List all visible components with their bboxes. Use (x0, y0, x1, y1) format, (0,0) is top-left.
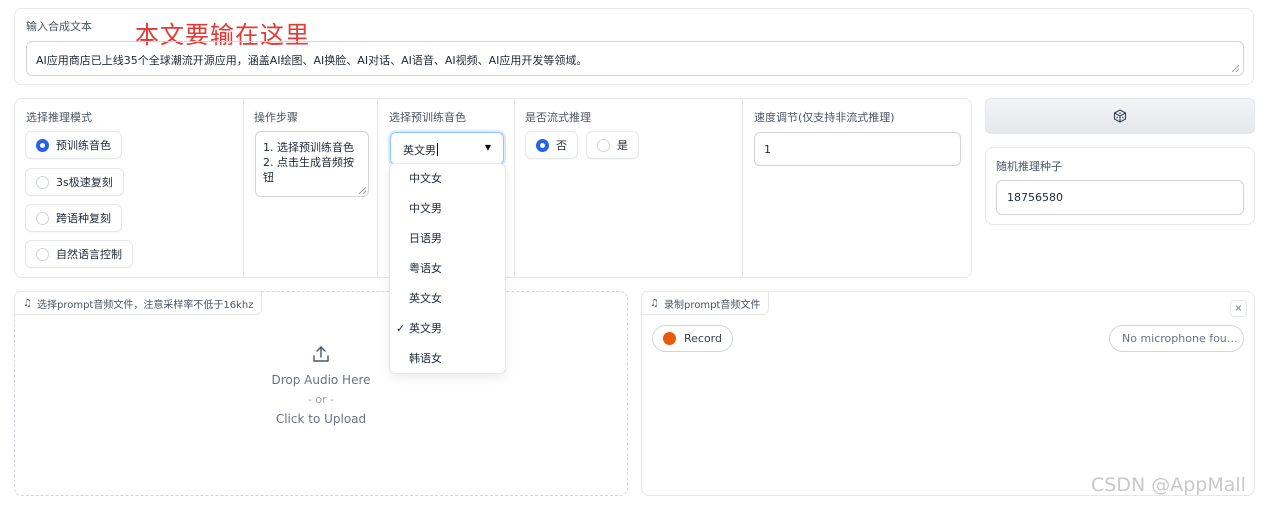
mode-option-cross-lingual[interactable]: 跨语种复刻 (25, 204, 122, 232)
voice-select[interactable]: 英文男 ▼ (390, 132, 504, 165)
divider (514, 99, 515, 277)
voice-option-label: 韩语女 (409, 352, 442, 365)
upload-tag-label: 选择prompt音频文件，注意采样率不低于16khz (36, 299, 254, 311)
voice-option[interactable]: 韩语女 (390, 344, 505, 374)
radio-unchecked-icon (36, 247, 49, 261)
mode-option-pretrained[interactable]: 预训练音色 (25, 131, 122, 159)
record-tag-label: 录制prompt音频文件 (663, 299, 761, 311)
microphone-select[interactable]: No microphone fou… (1109, 325, 1244, 352)
voice-select-value: 英文男 (403, 144, 436, 157)
mode-option-3s-clone[interactable]: 3s极速复刻 (25, 168, 124, 196)
text-input-panel: 输入合成文本 本文要输在这里 AI应用商店已上线35个全球潮流开源应用，涵盖AI… (14, 8, 1254, 85)
voice-option-label: 中文女 (409, 172, 442, 185)
radio-unchecked-icon (597, 138, 610, 152)
voice-option[interactable]: 英文女 (390, 284, 505, 314)
music-note-icon: ♫ (650, 297, 659, 309)
record-dot-icon (663, 332, 676, 345)
voice-option[interactable]: 中文男 (390, 194, 505, 224)
stream-label: 是否流式推理 (525, 111, 591, 124)
divider (377, 99, 378, 277)
steps-textarea[interactable]: 1. 选择预训练音色 2. 点击生成音频按 钮 (255, 131, 369, 197)
voice-option-selected[interactable]: ✓ 英文男 (390, 314, 505, 344)
divider (742, 99, 743, 277)
steps-line: 1. 选择预训练音色 (263, 141, 354, 154)
prompt-upload-panel[interactable]: ♫ 选择prompt音频文件，注意采样率不低于16khz Drop Audio … (14, 291, 628, 496)
voice-option-label: 英文男 (409, 322, 442, 335)
close-icon: × (1234, 303, 1243, 314)
record-button-label: Record (683, 332, 722, 345)
voice-option[interactable]: 中文女 (390, 164, 505, 194)
chevron-down-icon[interactable]: ▼ (485, 143, 491, 152)
random-seed-button[interactable] (985, 98, 1255, 134)
check-icon: ✓ (396, 322, 406, 335)
seed-value: 18756580 (1007, 191, 1063, 204)
steps-line: 钮 (263, 171, 274, 184)
speed-value: 1 (764, 143, 771, 156)
radio-checked-icon (536, 138, 549, 152)
close-button[interactable]: × (1230, 300, 1247, 317)
mode-label: 选择推理模式 (26, 111, 92, 124)
voice-option-label: 中文男 (409, 202, 442, 215)
upload-tag: ♫ 选择prompt音频文件，注意采样率不低于16khz (14, 291, 263, 315)
watermark: CSDN @AppMall (1091, 474, 1246, 496)
prompt-record-panel: ♫ 录制prompt音频文件 × Record No microphone fo… (641, 291, 1255, 496)
seed-label: 随机推理种子 (996, 160, 1062, 173)
drop-zone[interactable]: Drop Audio Here - or - Click to Upload (15, 344, 627, 426)
voice-option[interactable]: 粤语女 (390, 254, 505, 284)
radio-unchecked-icon (36, 175, 49, 189)
stream-option-label: 否 (556, 139, 567, 152)
voice-option-label: 粤语女 (409, 262, 442, 275)
speed-label: 速度调节(仅支持非流式推理) (754, 111, 895, 124)
music-note-icon: ♫ (23, 297, 32, 309)
record-tag: ♫ 录制prompt音频文件 (641, 291, 770, 315)
seed-panel: 随机推理种子 18756580 (985, 147, 1255, 225)
seed-input[interactable]: 18756580 (996, 180, 1244, 215)
speed-input[interactable]: 1 (754, 132, 961, 166)
mode-option-label: 跨语种复刻 (56, 212, 111, 225)
stream-option-no[interactable]: 否 (525, 131, 578, 159)
mode-option-instruct[interactable]: 自然语言控制 (25, 240, 133, 268)
voice-label: 选择预训练音色 (389, 111, 466, 124)
microphone-select-value: No microphone fou… (1122, 332, 1238, 345)
text-cursor (437, 143, 438, 156)
steps-label: 操作步骤 (254, 111, 298, 124)
steps-line: 2. 点击生成音频按 (263, 156, 354, 169)
voice-option[interactable]: 日语男 (390, 224, 505, 254)
mode-option-label: 3s极速复刻 (56, 176, 113, 189)
radio-unchecked-icon (36, 211, 49, 225)
stream-option-label: 是 (617, 139, 628, 152)
dice-icon (1113, 109, 1127, 123)
radio-checked-icon (36, 138, 49, 152)
voice-option-label: 英文女 (409, 292, 442, 305)
synthesis-text-value: AI应用商店已上线35个全球潮流开源应用，涵盖AI绘图、AI换脸、AI对话、AI… (36, 54, 588, 67)
stream-option-yes[interactable]: 是 (586, 131, 639, 159)
or-text: - or - (307, 393, 335, 406)
mode-option-label: 自然语言控制 (56, 248, 122, 261)
upload-icon (313, 346, 329, 362)
divider (243, 99, 244, 277)
click-to-upload-text[interactable]: Click to Upload (15, 412, 627, 426)
voice-option-label: 日语男 (409, 232, 442, 245)
resize-handle-icon[interactable] (1232, 65, 1239, 72)
record-button[interactable]: Record (652, 325, 733, 352)
voice-dropdown-list: 中文女 中文男 日语男 粤语女 英文女 ✓ 英文男 韩语女 (389, 163, 506, 374)
mode-option-label: 预训练音色 (56, 139, 111, 152)
drop-audio-text: Drop Audio Here (271, 373, 371, 387)
text-input-label: 输入合成文本 (26, 20, 92, 33)
resize-handle-icon[interactable] (359, 187, 366, 194)
synthesis-text-field[interactable]: AI应用商店已上线35个全球潮流开源应用，涵盖AI绘图、AI换脸、AI对话、AI… (26, 41, 1244, 76)
